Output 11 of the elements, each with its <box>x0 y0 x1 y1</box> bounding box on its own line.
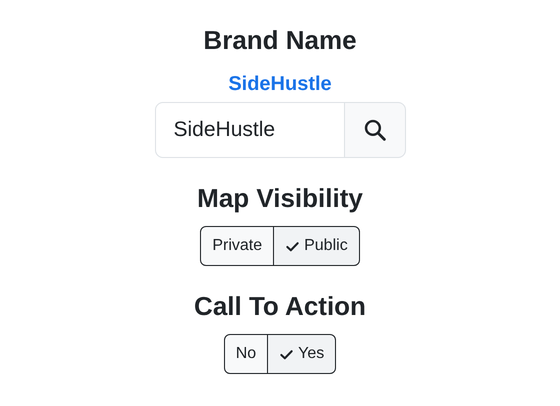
search-icon <box>364 119 386 141</box>
toggle-button[interactable]: Yes <box>268 334 336 374</box>
section-heading: Call To Action <box>194 290 366 323</box>
section-heading: Brand Name <box>203 24 357 57</box>
toggle-button[interactable]: Private <box>200 226 274 266</box>
brand-link[interactable]: SideHustle <box>228 70 332 98</box>
brand-name-field[interactable]: SideHustle <box>154 102 344 158</box>
search-button[interactable] <box>344 102 406 158</box>
toggle-button[interactable]: Public <box>274 226 360 266</box>
section-heading: Map Visibility <box>197 182 363 215</box>
toggle-button[interactable]: No <box>224 334 268 374</box>
